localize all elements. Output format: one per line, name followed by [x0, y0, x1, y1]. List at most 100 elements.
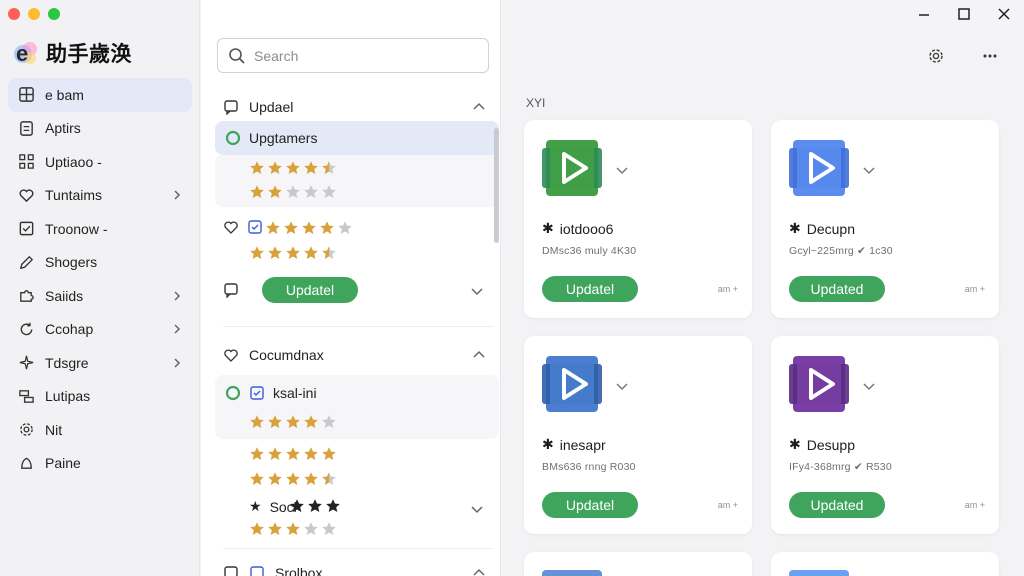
group-header-1[interactable]: Updael	[223, 96, 487, 118]
sidebar-item-0[interactable]: e bam	[8, 78, 192, 112]
sidebar-item-1[interactable]: Aptirs	[8, 112, 192, 146]
app-card-0[interactable]: ✱ iotdooo6 DMsc36 muly 4K30 Updatel am +	[524, 120, 752, 318]
close-window-button[interactable]	[8, 8, 20, 20]
play-app-icon	[542, 140, 602, 196]
list-item-title: ksal-ini	[273, 385, 317, 401]
app-card-5[interactable]	[771, 552, 999, 576]
divider	[223, 326, 493, 327]
update-button[interactable]: Updatel	[262, 277, 358, 303]
close-icon[interactable]	[996, 6, 1012, 22]
play-app-icon	[542, 356, 602, 412]
sidebar-item-10[interactable]: Nit	[8, 413, 192, 447]
list-item-row-2[interactable]	[223, 219, 263, 235]
star-icon	[304, 415, 318, 428]
sidebar-item-label: Tdsgre	[45, 354, 89, 371]
layers-icon	[19, 389, 34, 403]
star-icon	[304, 161, 318, 174]
sidebar-item-5[interactable]: Shogers	[8, 246, 192, 280]
app-card-3[interactable]: ✱ Desupp IFy4-368mrg ✔ R530 Updated am +	[771, 336, 999, 534]
star-icon	[326, 499, 340, 512]
app-name: iotdooo6	[559, 220, 614, 237]
minimize-icon[interactable]	[916, 6, 932, 22]
sidebar-item-8[interactable]: Tdsgre	[8, 346, 192, 380]
chevron-up-icon[interactable]	[473, 567, 485, 576]
star-icon	[304, 447, 318, 460]
star-icon	[322, 447, 336, 460]
play-app-icon	[789, 140, 849, 196]
list-item-title-row: ksal-ini	[225, 385, 317, 401]
star-icon	[268, 447, 282, 460]
sidebar-item-7[interactable]: Ccohap	[8, 313, 192, 347]
sidebar-item-11[interactable]: Paine	[8, 447, 192, 481]
checkbox-checked-icon[interactable]	[249, 385, 265, 401]
checkbox-checked-icon[interactable]	[249, 565, 265, 576]
star-icon	[286, 246, 300, 259]
star-mark-icon: ★	[249, 498, 262, 514]
updated-button[interactable]: Updated	[789, 492, 885, 518]
chevron-up-icon[interactable]	[473, 349, 485, 361]
star-icon	[284, 221, 298, 234]
search-input[interactable]	[254, 47, 474, 64]
list-scrollbar[interactable]	[494, 128, 499, 243]
star-icon	[322, 246, 336, 259]
sidebar-item-4[interactable]: Troonow -	[8, 212, 192, 246]
checkbox-checked-icon[interactable]	[247, 219, 263, 235]
star-icon	[322, 161, 336, 174]
star-icon	[322, 522, 336, 535]
group-header-3[interactable]: Srolbox	[223, 562, 487, 576]
chevron-down-icon[interactable]	[616, 164, 628, 176]
star-icon	[266, 221, 280, 234]
star-icon	[268, 472, 282, 485]
status-ok-icon	[225, 130, 241, 146]
app-name: inesapr	[559, 436, 606, 453]
more-options-button[interactable]	[974, 40, 1006, 72]
app-card-2[interactable]: ✱ inesapr BMs636 rnng R030 Updatel am +	[524, 336, 752, 534]
chevron-down-icon[interactable]	[471, 503, 483, 515]
gear-icon	[20, 423, 33, 437]
rating-stars-inline	[289, 498, 341, 514]
star-icon	[322, 185, 336, 198]
updated-button[interactable]: Updated	[789, 276, 885, 302]
puzzle-icon	[20, 290, 34, 303]
zoom-window-button[interactable]	[48, 8, 60, 20]
app-card-1[interactable]: ✱ Decupn Gcyl~225mrg ✔ 1c30 Updated am +	[771, 120, 999, 318]
sidebar-nav: e bam Aptirs Uptiaoo - Tuntaims Troonow …	[8, 78, 192, 480]
chevron-down-icon[interactable]	[863, 164, 875, 176]
chat-icon	[224, 566, 238, 576]
update-button[interactable]: Updatel	[542, 492, 638, 518]
search-box[interactable]	[217, 38, 489, 73]
divider	[223, 548, 493, 549]
list-item-row-3[interactable]	[223, 282, 239, 298]
app-card-4[interactable]	[524, 552, 752, 576]
maximize-icon[interactable]	[956, 6, 972, 22]
group-title: Srolbox	[275, 565, 323, 576]
star-icon	[250, 415, 264, 428]
section-label: XYI	[526, 96, 546, 110]
app-title-row: ✱ iotdooo6	[542, 220, 613, 237]
rating-stars	[249, 160, 337, 176]
chevron-up-icon[interactable]	[473, 101, 485, 113]
sidebar-item-6[interactable]: Saiids	[8, 279, 192, 313]
chevron-down-icon[interactable]	[616, 380, 628, 392]
star-icon	[320, 221, 334, 234]
group-title: Cocumdnax	[249, 347, 324, 363]
minimize-window-button[interactable]	[28, 8, 40, 20]
sidebar-item-3[interactable]: Tuntaims	[8, 179, 192, 213]
rating-stars	[249, 245, 337, 261]
list-item-title: Upgtamers	[249, 130, 318, 146]
star-icon	[290, 499, 304, 512]
star-icon	[268, 185, 282, 198]
sidebar-item-2[interactable]: Uptiaoo -	[8, 145, 192, 179]
grid-icon	[19, 154, 34, 170]
chevron-down-icon[interactable]	[471, 285, 483, 297]
sidebar-item-9[interactable]: Lutipas	[8, 380, 192, 414]
app-title-row: ✱ Decupn	[789, 220, 855, 237]
settings-button[interactable]	[920, 40, 952, 72]
app-logo-icon: e	[12, 39, 40, 67]
chat-icon	[224, 100, 238, 115]
update-button[interactable]: Updatel	[542, 276, 638, 302]
heart-icon	[19, 189, 34, 202]
star-icon	[304, 185, 318, 198]
group-header-2[interactable]: Cocumdnax	[223, 344, 487, 366]
chevron-down-icon[interactable]	[863, 380, 875, 392]
